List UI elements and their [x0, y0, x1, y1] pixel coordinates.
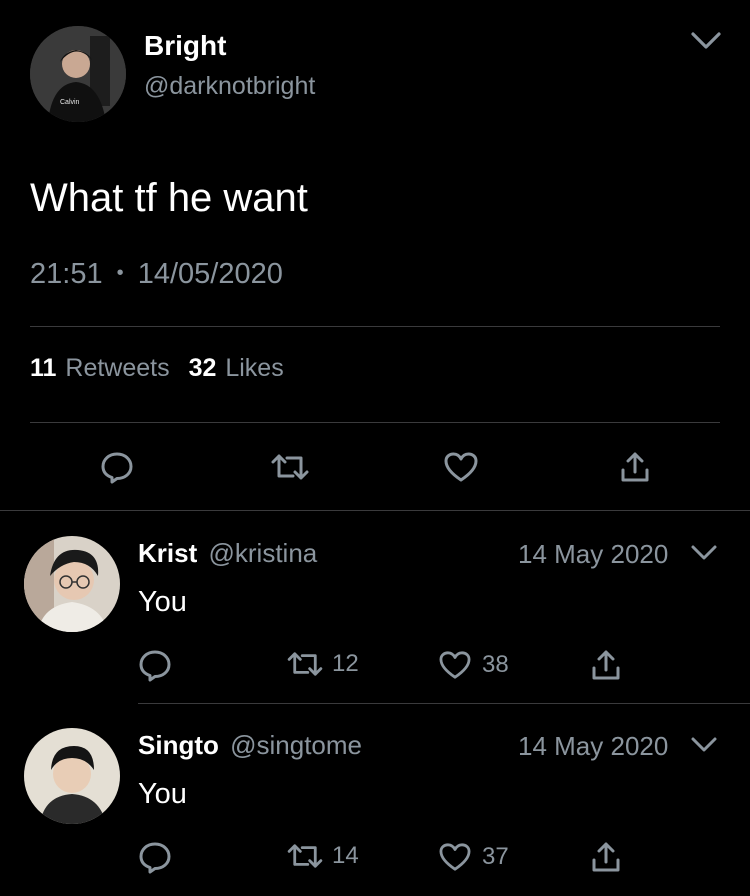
retweet-button[interactable]: 14 — [286, 842, 359, 870]
reply-author-name: Krist — [138, 538, 198, 568]
likes-label: Likes — [225, 354, 284, 382]
avatar-shirt-text: Calvin — [60, 99, 80, 106]
reply-avatar[interactable] — [24, 728, 120, 824]
avatar-photo — [24, 728, 120, 824]
reply-text: You — [138, 778, 187, 810]
author-name[interactable]: Bright — [144, 30, 226, 62]
divider — [30, 422, 720, 423]
reply-icon[interactable] — [138, 648, 172, 682]
like-icon — [438, 650, 472, 680]
engagement-stats: 11 Retweets 32 Likes — [30, 354, 284, 383]
timestamp-separator: • — [116, 262, 124, 284]
retweets-count: 11 — [30, 354, 57, 382]
likes-count: 32 — [188, 354, 217, 382]
reply-avatar[interactable] — [24, 536, 120, 632]
avatar-photo: Calvin — [30, 26, 126, 122]
retweet-count: 12 — [332, 650, 359, 677]
retweet-button[interactable]: 12 — [286, 650, 359, 678]
retweet-icon — [286, 650, 324, 678]
share-icon[interactable] — [590, 840, 622, 874]
share-icon[interactable] — [619, 450, 651, 484]
tweet-text: What tf he want — [30, 176, 308, 220]
retweets-stat[interactable]: 11 Retweets — [30, 354, 177, 382]
like-count: 37 — [482, 843, 509, 870]
like-button[interactable]: 37 — [438, 842, 509, 872]
likes-stat[interactable]: 32 Likes — [189, 354, 284, 382]
reply-author-handle: @singtome — [230, 730, 363, 760]
avatar[interactable]: Calvin — [30, 26, 126, 122]
retweet-icon[interactable] — [270, 452, 310, 482]
reply-author[interactable]: Singto @singtome — [138, 730, 362, 761]
reply-icon[interactable] — [100, 450, 134, 484]
tweet-date: 14/05/2020 — [137, 258, 283, 290]
like-icon — [438, 842, 472, 872]
retweets-label: Retweets — [65, 354, 170, 382]
reply-author-handle: @kristina — [208, 538, 318, 568]
retweet-icon — [286, 842, 324, 870]
reply-icon[interactable] — [138, 840, 172, 874]
reply-author-name: Singto — [138, 730, 219, 760]
tweet-timestamp[interactable]: 21:51 • 14/05/2020 — [30, 258, 283, 291]
like-icon[interactable] — [443, 451, 479, 483]
chevron-down-icon[interactable] — [690, 736, 718, 754]
divider — [30, 326, 720, 327]
divider — [0, 510, 750, 511]
avatar-photo — [24, 536, 120, 632]
chevron-down-icon[interactable] — [690, 544, 718, 562]
chevron-down-icon[interactable] — [690, 30, 722, 52]
like-count: 38 — [482, 651, 509, 678]
reply-date[interactable]: 14 May 2020 — [518, 539, 668, 570]
share-icon[interactable] — [590, 648, 622, 682]
tweet-time: 21:51 — [30, 258, 103, 290]
reply-text: You — [138, 586, 187, 618]
author-handle[interactable]: @darknotbright — [144, 72, 315, 101]
reply-author[interactable]: Krist @kristina — [138, 538, 317, 569]
reply-date[interactable]: 14 May 2020 — [518, 731, 668, 762]
divider — [138, 703, 750, 704]
retweet-count: 14 — [332, 842, 359, 869]
like-button[interactable]: 38 — [438, 650, 509, 680]
